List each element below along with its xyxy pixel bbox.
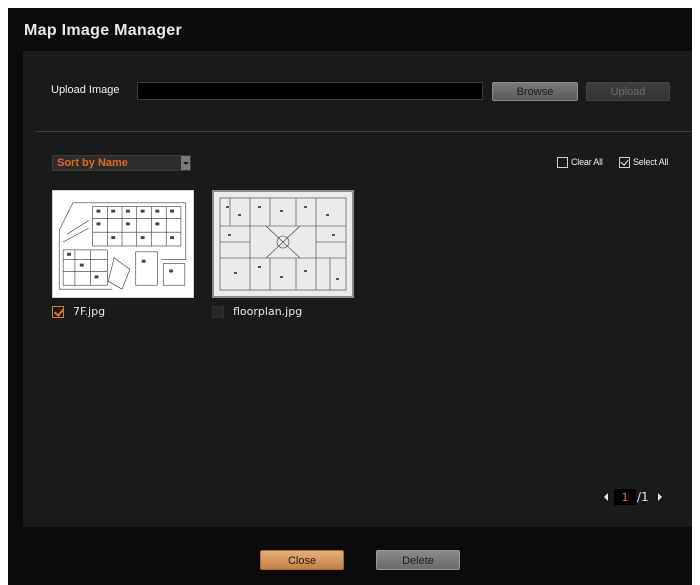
image-thumbnail-floorplan[interactable] (212, 190, 354, 298)
content-panel: Upload Image Browse Upload Sort by Name … (23, 51, 692, 527)
page-number-input[interactable] (614, 489, 636, 505)
sort-dropdown[interactable]: Sort by Name (52, 155, 191, 171)
section-divider (35, 131, 692, 132)
select-all-checkbox-icon[interactable] (619, 156, 630, 168)
image-caption-floorplan: floorplan.jpg (212, 305, 302, 318)
delete-button[interactable]: Delete (376, 550, 460, 570)
floor-plan-image (214, 192, 352, 296)
select-all-control[interactable]: Select All (619, 155, 668, 169)
clear-all-checkbox-icon[interactable] (557, 156, 568, 168)
browse-button[interactable]: Browse (492, 82, 578, 101)
dropdown-arrow-icon[interactable] (181, 156, 190, 170)
prev-page-icon[interactable] (604, 493, 608, 501)
next-page-icon[interactable] (657, 493, 662, 501)
image-checkbox-7f[interactable] (52, 305, 64, 318)
map-image-manager-dialog: Map Image Manager Upload Image Browse Up… (8, 8, 692, 585)
upload-image-label: Upload Image (51, 84, 120, 96)
image-name-7f: 7F.jpg (73, 305, 106, 318)
clear-all-label: Clear All (571, 157, 603, 167)
image-name-floorplan: floorplan.jpg (233, 305, 303, 318)
page-total: /1 (637, 490, 649, 504)
upload-button[interactable]: Upload (586, 82, 670, 101)
upload-path-input[interactable] (137, 82, 483, 100)
image-caption-7f: 7F.jpg (52, 305, 105, 318)
close-button[interactable]: Close (260, 550, 344, 570)
image-thumbnail-7f[interactable] (52, 190, 194, 298)
image-checkbox-floorplan[interactable] (212, 305, 224, 318)
dialog-title: Map Image Manager (24, 22, 183, 39)
pagination: /1 (604, 489, 662, 505)
floor-plan-7f-image (53, 191, 193, 297)
select-all-label: Select All (633, 157, 669, 167)
clear-all-control[interactable]: Clear All (557, 155, 603, 169)
sort-selected-label: Sort by Name (57, 157, 128, 169)
